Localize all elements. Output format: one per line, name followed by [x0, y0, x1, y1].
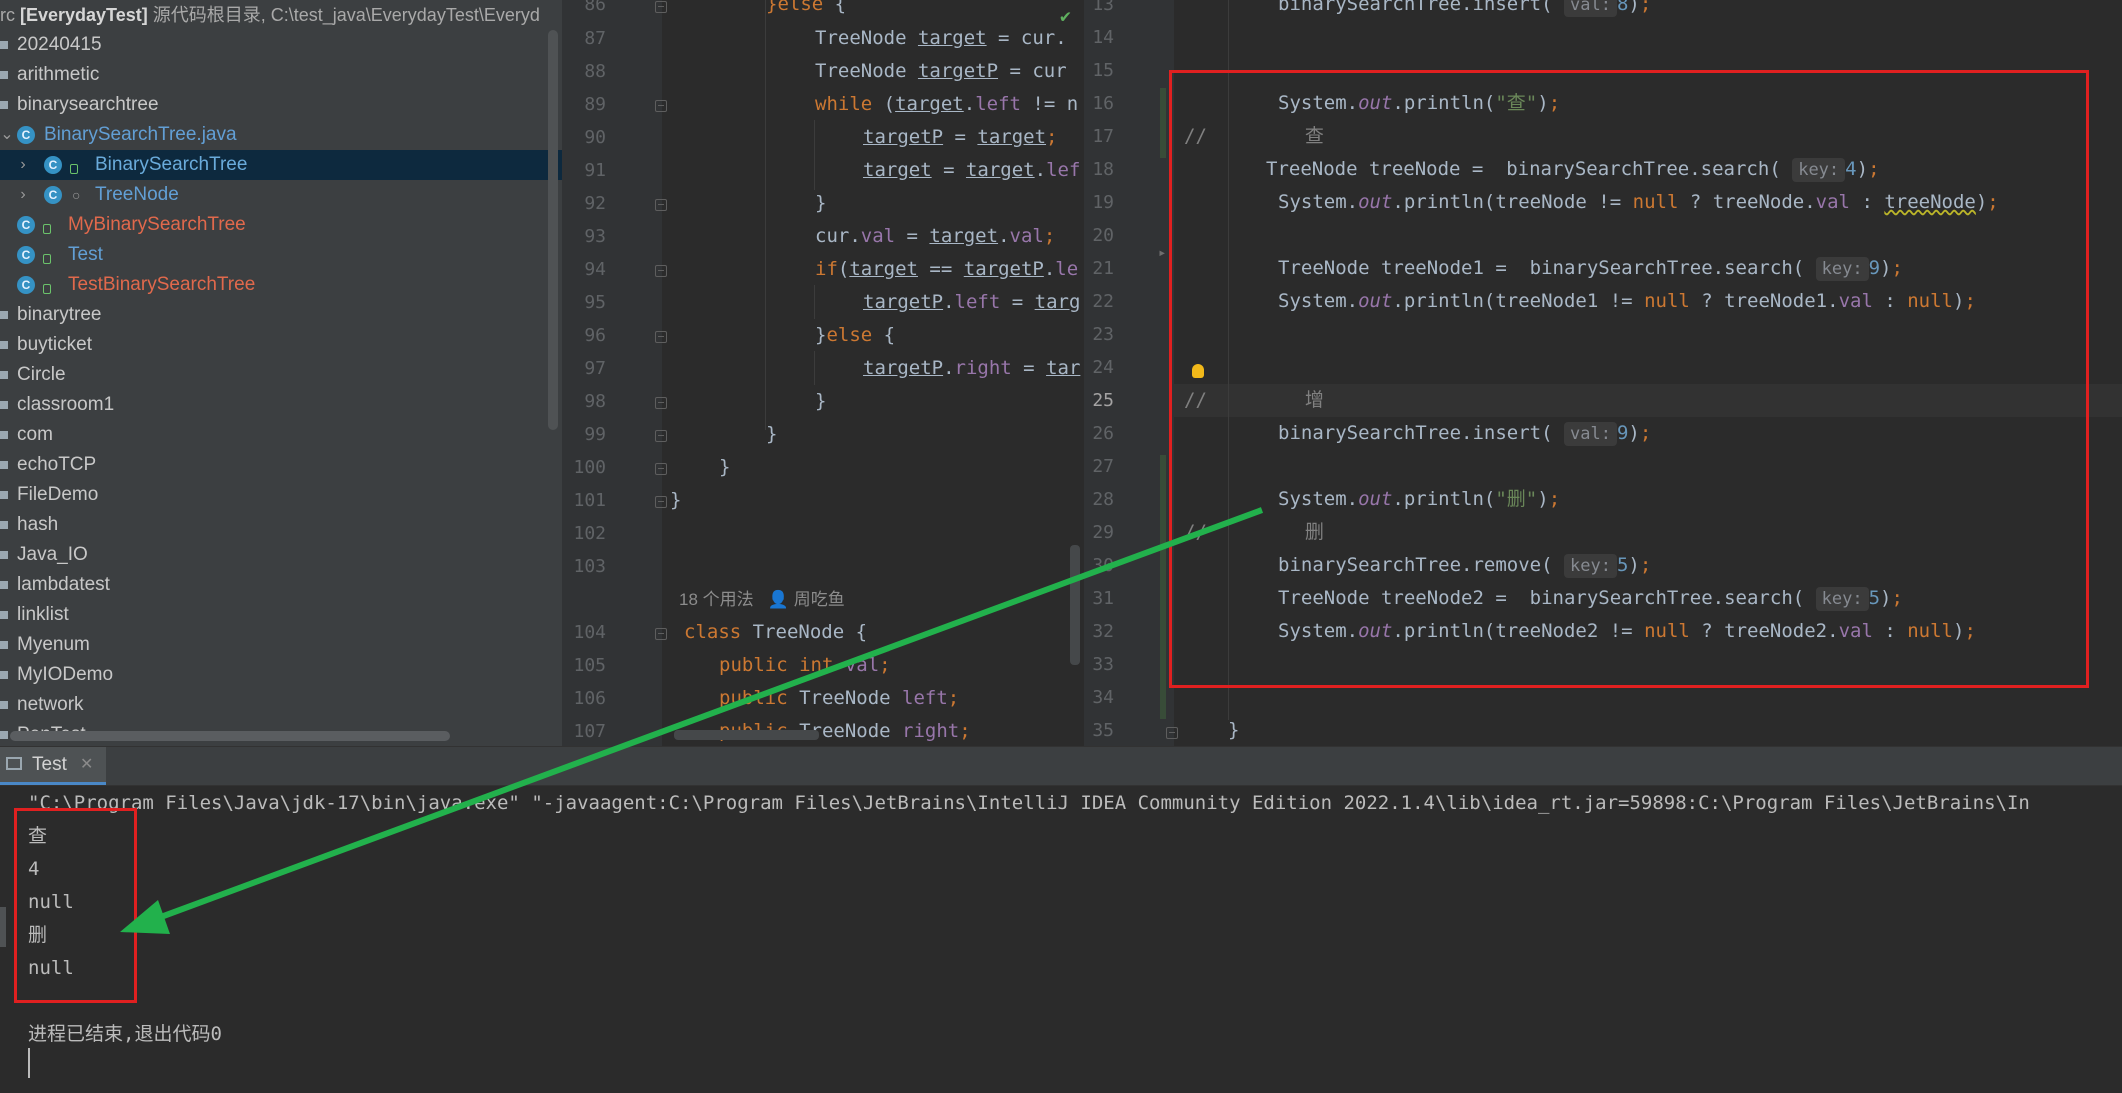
arrow-shaft — [148, 507, 1264, 924]
annotation-arrow — [120, 507, 1264, 934]
arrow-head — [120, 900, 170, 934]
